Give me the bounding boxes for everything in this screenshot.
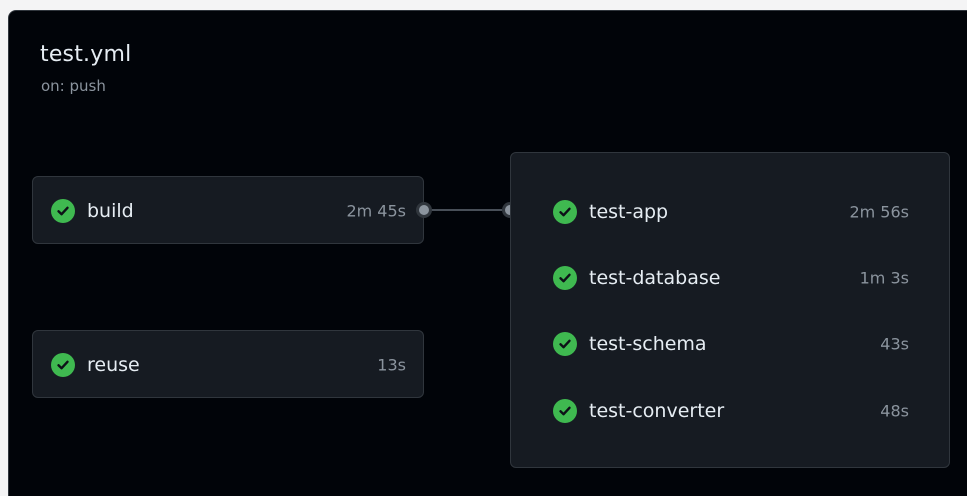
matrix-job-test-schema[interactable]: test-schema 43s	[553, 329, 909, 359]
job-name: test-schema	[589, 333, 707, 355]
job-duration: 43s	[880, 334, 909, 354]
job-card-build[interactable]: build 2m 45s	[32, 176, 424, 244]
job-name: test-app	[589, 201, 669, 223]
check-circle-icon	[51, 199, 75, 223]
job-card-reuse[interactable]: reuse 13s	[32, 330, 424, 398]
check-circle-icon	[553, 399, 577, 423]
job-duration: 2m 56s	[849, 202, 909, 222]
matrix-job-group: test-app 2m 56s test-database 1m 3s test…	[510, 152, 950, 468]
check-circle-icon	[553, 332, 577, 356]
matrix-job-test-converter[interactable]: test-converter 48s	[553, 396, 909, 426]
check-circle-icon	[51, 353, 75, 377]
job-name: build	[87, 200, 134, 222]
job-row-reuse[interactable]: reuse 13s	[51, 350, 406, 380]
matrix-job-test-database[interactable]: test-database 1m 3s	[553, 263, 909, 293]
job-row-build[interactable]: build 2m 45s	[51, 196, 406, 226]
matrix-job-test-app[interactable]: test-app 2m 56s	[553, 197, 909, 227]
check-circle-icon	[553, 266, 577, 290]
workflow-trigger: on: push	[41, 77, 106, 95]
job-output-node	[416, 202, 432, 218]
job-name: test-database	[589, 267, 721, 289]
job-name: test-converter	[589, 400, 725, 422]
job-duration: 48s	[880, 401, 909, 421]
workflow-title: test.yml	[40, 42, 132, 67]
job-dependency-line	[428, 209, 508, 211]
job-name: reuse	[87, 354, 140, 376]
job-duration: 13s	[377, 355, 406, 375]
job-duration: 1m 3s	[859, 268, 909, 288]
job-duration: 2m 45s	[346, 201, 406, 221]
check-circle-icon	[553, 200, 577, 224]
